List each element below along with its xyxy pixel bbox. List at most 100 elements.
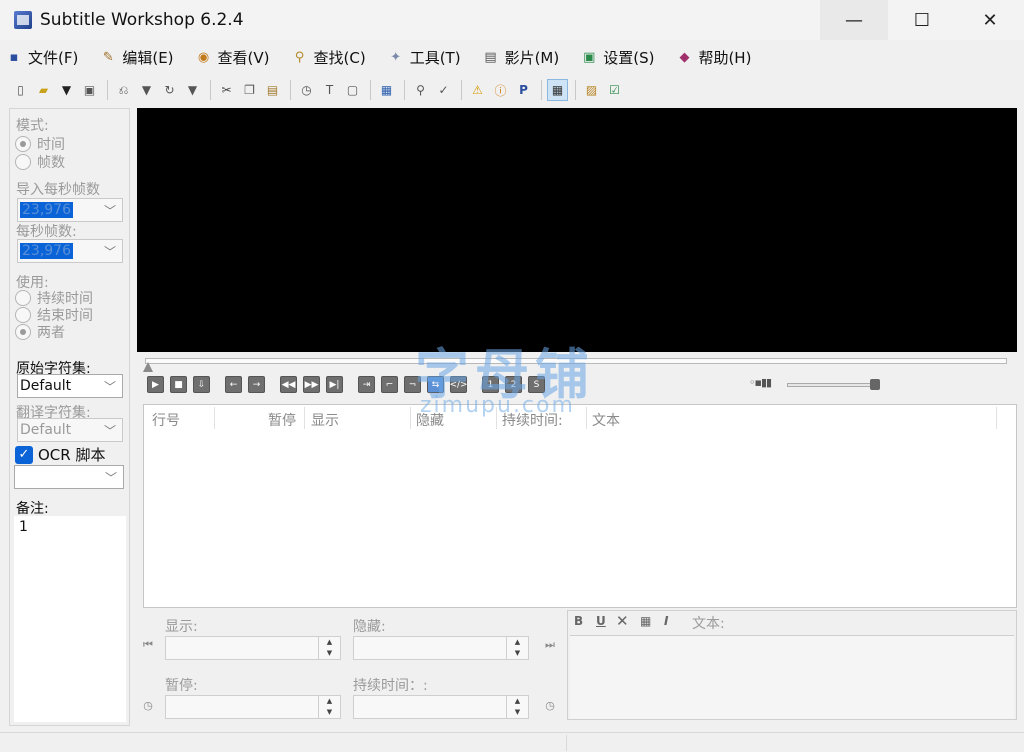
mode-time-radio[interactable]: 时间	[15, 134, 65, 154]
pause-icon[interactable]: ⇩	[193, 376, 210, 393]
column-show[interactable]: 显示	[311, 410, 339, 430]
arrow-down-icon[interactable]: ▼	[319, 648, 340, 659]
duration-input[interactable]: ▲ ▼	[353, 695, 529, 719]
find-icon[interactable]: ⚲	[410, 79, 431, 101]
play-icon[interactable]: ▶	[147, 376, 164, 393]
checkmark-icon: ✓	[15, 445, 33, 464]
dropdown-arrow-icon[interactable]: ▼	[56, 79, 77, 101]
warning-icon[interactable]: ⚠	[467, 79, 488, 101]
toolbar-separator	[404, 80, 405, 100]
menu-edit[interactable]: ✎ 编辑(E)	[100, 47, 174, 68]
arrow-up-icon[interactable]: ▲	[319, 637, 340, 648]
menu-movie[interactable]: ▤ 影片(M)	[483, 47, 559, 68]
previous-icon[interactable]: ⏮	[141, 638, 155, 652]
chevron-down-icon: ﹀	[103, 245, 116, 259]
comment-icon[interactable]: ▢	[342, 79, 363, 101]
show-time-input[interactable]: ▲ ▼	[165, 636, 341, 660]
next-icon[interactable]: ⏭	[543, 638, 557, 652]
menu-tools[interactable]: ✦ 工具(T)	[388, 47, 460, 68]
pascal-script-icon[interactable]: P	[513, 79, 534, 101]
set-time-icon[interactable]: ⇥	[358, 376, 375, 393]
ocr-checkbox[interactable]: ✓ OCR 脚本	[15, 444, 105, 465]
fps-label: 每秒帧数:	[16, 224, 77, 240]
left-panel: 模式: 时间 帧数 导入每秒帧数 23,976 ﹀ 每秒帧数: 23,976 ﹀ 使…	[9, 108, 130, 726]
next-frame-icon[interactable]: ▶|	[326, 376, 343, 393]
fps-select[interactable]: 23,976 ﹀	[17, 239, 123, 263]
subtitle-list[interactable]: 行号 暂停 显示 隐藏 持续时间: 文本	[143, 404, 1017, 608]
spellcheck-icon[interactable]: ✓	[433, 79, 454, 101]
show-time-spinner[interactable]: ▲ ▼	[318, 637, 340, 659]
cut-icon[interactable]: ✂	[216, 79, 237, 101]
dropdown-arrow-icon[interactable]: ▼	[136, 79, 157, 101]
pause-time-spinner[interactable]: ▲ ▼	[318, 696, 340, 718]
new-file-icon[interactable]: ▯	[10, 79, 31, 101]
arrow-down-icon[interactable]: ▼	[319, 707, 340, 718]
next-subtitle-icon[interactable]: ▶▶	[303, 376, 320, 393]
arrow-up-icon[interactable]: ▲	[319, 696, 340, 707]
column-pause[interactable]: 暂停	[268, 410, 296, 430]
hide-time-spinner[interactable]: ▲ ▼	[506, 637, 528, 659]
menu-settings[interactable]: ▣ 设置(S)	[581, 47, 654, 68]
arrow-up-icon[interactable]: ▲	[507, 637, 528, 648]
clear-format-icon[interactable]: ✕	[616, 612, 629, 630]
menu-search[interactable]: ⚲ 查找(C)	[292, 47, 366, 68]
redo-icon[interactable]: ↻	[159, 79, 180, 101]
open-folder-icon[interactable]: ▰	[33, 79, 54, 101]
trans-charset-select[interactable]: Default ﹀	[17, 418, 123, 442]
notes-textarea[interactable]: 1	[14, 516, 126, 722]
column-text[interactable]: 文本	[592, 410, 620, 430]
column-separator	[996, 407, 997, 429]
use-both-radio[interactable]: 两者	[15, 322, 65, 342]
previous-subtitle-icon[interactable]: ◀◀	[280, 376, 297, 393]
undo-icon[interactable]: ⎌	[113, 79, 134, 101]
menu-help[interactable]: ◆ 帮助(H)	[676, 47, 751, 68]
translator-mode-icon[interactable]: ▨	[581, 79, 602, 101]
toolbar-separator	[370, 80, 371, 100]
window-title: Subtitle Workshop 6.2.4	[40, 10, 244, 30]
checklist-icon[interactable]: ☑	[604, 79, 625, 101]
italic-icon[interactable]: I	[664, 614, 668, 628]
video-preview-icon[interactable]: ▦	[547, 79, 568, 101]
clock-icon[interactable]: ◷	[296, 79, 317, 101]
column-number[interactable]: 行号	[152, 410, 180, 430]
set-start-icon[interactable]: ⌐	[381, 376, 398, 393]
dropdown-arrow-icon[interactable]: ▼	[182, 79, 203, 101]
underline-icon[interactable]: U	[596, 614, 606, 628]
close-button[interactable]: ✕	[956, 0, 1024, 40]
volume-slider[interactable]	[787, 383, 877, 387]
ocr-script-select[interactable]: ﹀	[14, 465, 124, 489]
volume-slider-thumb[interactable]	[870, 379, 880, 390]
rewind-icon[interactable]: ←	[225, 376, 242, 393]
hide-time-input[interactable]: ▲ ▼	[353, 636, 529, 660]
color-grid-icon[interactable]: ▦	[640, 614, 651, 628]
help-book-icon: ◆	[679, 49, 690, 65]
radio-dot	[15, 136, 31, 152]
clock-icon[interactable]: ◷	[543, 698, 557, 712]
copy-icon[interactable]: ❐	[239, 79, 260, 101]
subtitle-text-input[interactable]	[570, 635, 1014, 719]
mode-frames-radio[interactable]: 帧数	[15, 152, 65, 172]
fps-value: 23,976	[20, 243, 73, 259]
clapper-icon: ▤	[484, 49, 497, 65]
video-preview[interactable]	[137, 108, 1017, 352]
menu-view[interactable]: ◉ 查看(V)	[196, 47, 270, 68]
minimize-button[interactable]: —	[820, 0, 888, 40]
pause-time-input[interactable]: ▲ ▼	[165, 695, 341, 719]
arrow-down-icon[interactable]: ▼	[507, 707, 528, 718]
clock-icon[interactable]: ◷	[141, 698, 155, 712]
text-icon[interactable]: T	[319, 79, 340, 101]
translate-icon[interactable]: ▦	[376, 79, 397, 101]
input-fps-select[interactable]: 23,976 ﹀	[17, 198, 123, 222]
menu-file[interactable]: ▪ 文件(F)	[6, 47, 79, 68]
bold-icon[interactable]: B	[574, 614, 583, 628]
info-icon[interactable]: ⓘ	[490, 79, 511, 101]
paste-icon[interactable]: ▤	[262, 79, 283, 101]
maximize-button[interactable]: ☐	[888, 0, 956, 40]
forward-icon[interactable]: →	[248, 376, 265, 393]
arrow-down-icon[interactable]: ▼	[507, 648, 528, 659]
save-icon[interactable]: ▣	[79, 79, 100, 101]
orig-charset-select[interactable]: Default ﹀	[17, 374, 123, 398]
stop-icon[interactable]: ■	[170, 376, 187, 393]
arrow-up-icon[interactable]: ▲	[507, 696, 528, 707]
duration-spinner[interactable]: ▲ ▼	[506, 696, 528, 718]
